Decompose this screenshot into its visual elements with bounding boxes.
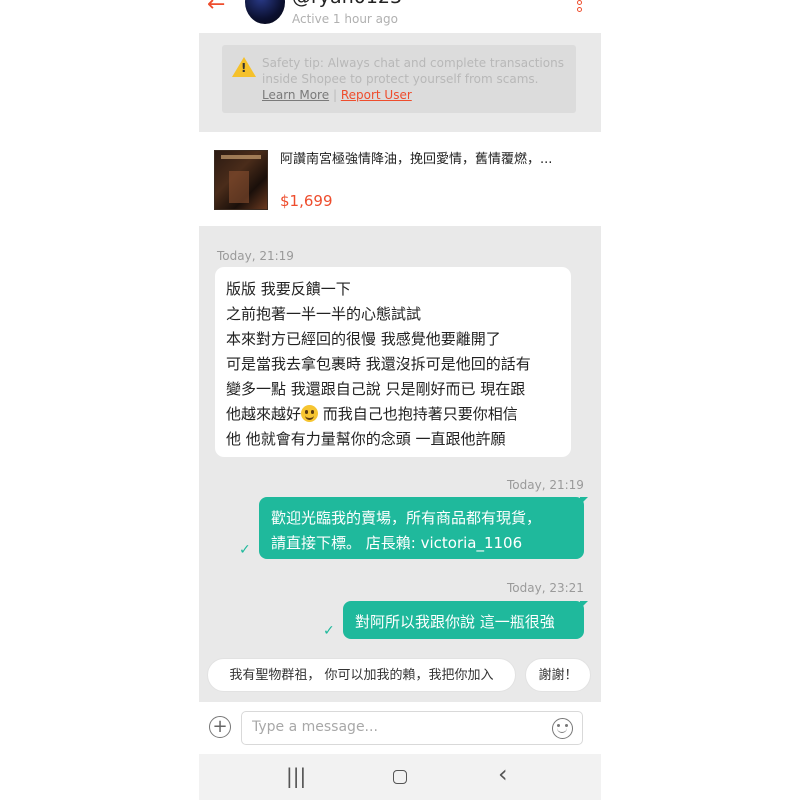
system-nav-bar: ||| ‹ [199, 754, 601, 800]
avatar[interactable] [245, 0, 285, 24]
safety-tip-area: ! Safety tip: Always chat and complete t… [199, 33, 601, 131]
message-input-field[interactable] [241, 711, 583, 745]
warning-icon: ! [232, 57, 256, 77]
product-title: 阿讚南宮極強情降油，挽回愛情，舊情覆燃，... [280, 152, 553, 167]
product-image[interactable] [214, 150, 268, 210]
safety-tip-banner: ! Safety tip: Always chat and complete t… [222, 45, 576, 113]
safety-tip-text: Safety tip: Always chat and complete tra… [262, 55, 567, 103]
message-line-with-emoji: 他越來越好 而我自己也抱持著只要你相信 [226, 403, 518, 424]
chat-header: ← @ryan0123 Active 1 hour ago [199, 0, 601, 33]
quick-reply-chip[interactable]: 我有聖物群祖， 你可以加我的賴，我把你加入 [207, 658, 516, 692]
message-line: 之前抱著一半一半的心態試試 [226, 305, 422, 323]
link-separator: | [332, 88, 337, 102]
chat-username[interactable]: @ryan0123 [292, 0, 402, 8]
message-timestamp: Today, 21:19 [217, 249, 294, 263]
active-status: Active 1 hour ago [292, 12, 398, 26]
outgoing-message-bubble[interactable]: 對阿所以我跟你說 這一瓶很強 [343, 601, 588, 639]
message-line: 歡迎光臨我的賣場，所有商品都有現貨， [271, 509, 542, 527]
message-line: 版版 我要反饋一下 [226, 280, 351, 298]
message-line: 本來對方已經回的很慢 我感覺他要離開了 [226, 330, 501, 348]
message-input-bar: + [199, 702, 601, 754]
message-timestamp: Today, 21:19 [507, 478, 584, 492]
product-card[interactable]: 阿讚南宮極強情降油，挽回愛情，舊情覆燃，... $1,699 [199, 132, 601, 226]
more-options-icon[interactable] [577, 0, 583, 14]
bubble-tail [580, 497, 588, 505]
home-icon[interactable] [393, 770, 407, 784]
message-line: 可是當我去拿包裹時 我還沒拆可是他回的話有 [226, 355, 531, 373]
add-attachment-icon[interactable]: + [209, 716, 231, 738]
message-text: 而我自己也抱持著只要你相信 [318, 405, 518, 423]
emoji-picker-icon[interactable] [552, 718, 573, 739]
quick-reply-chip[interactable]: 謝謝！ [525, 658, 591, 692]
read-check-icon: ✓ [239, 542, 251, 558]
message-line: 變多一點 我還跟自己說 只是剛好而已 現在跟 [226, 380, 526, 398]
message-line: 他 他就會有力量幫你的念頭 一直跟他許願 [226, 430, 506, 448]
message-timestamp: Today, 23:21 [507, 581, 584, 595]
message-text: 對阿所以我跟你說 這一瓶很強 [355, 613, 555, 631]
read-check-icon: ✓ [323, 623, 335, 639]
back-arrow-icon[interactable]: ← [207, 0, 225, 17]
message-line: 請直接下標。 店長賴: victoria_1106 [271, 534, 523, 552]
incoming-message-bubble[interactable]: 版版 我要反饋一下 之前抱著一半一半的心態試試 本來對方已經回的很慢 我感覺他要… [215, 267, 571, 457]
message-input[interactable] [250, 718, 544, 736]
learn-more-link[interactable]: Learn More [262, 88, 329, 102]
message-text: 他越來越好 [226, 405, 302, 423]
outgoing-message-bubble[interactable]: 歡迎光臨我的賣場，所有商品都有現貨， 請直接下標。 店長賴: victoria_… [259, 497, 588, 559]
nav-back-icon[interactable]: ‹ [498, 760, 508, 788]
bubble-tail [580, 601, 588, 609]
report-user-link[interactable]: Report User [341, 88, 412, 102]
grinning-face-emoji-icon [301, 405, 319, 422]
recent-apps-icon[interactable]: ||| [286, 764, 306, 788]
safety-tip-message: Safety tip: Always chat and complete tra… [262, 56, 564, 86]
phone-screen: ← @ryan0123 Active 1 hour ago ! Safety t… [199, 0, 601, 800]
product-price: $1,699 [280, 192, 333, 210]
